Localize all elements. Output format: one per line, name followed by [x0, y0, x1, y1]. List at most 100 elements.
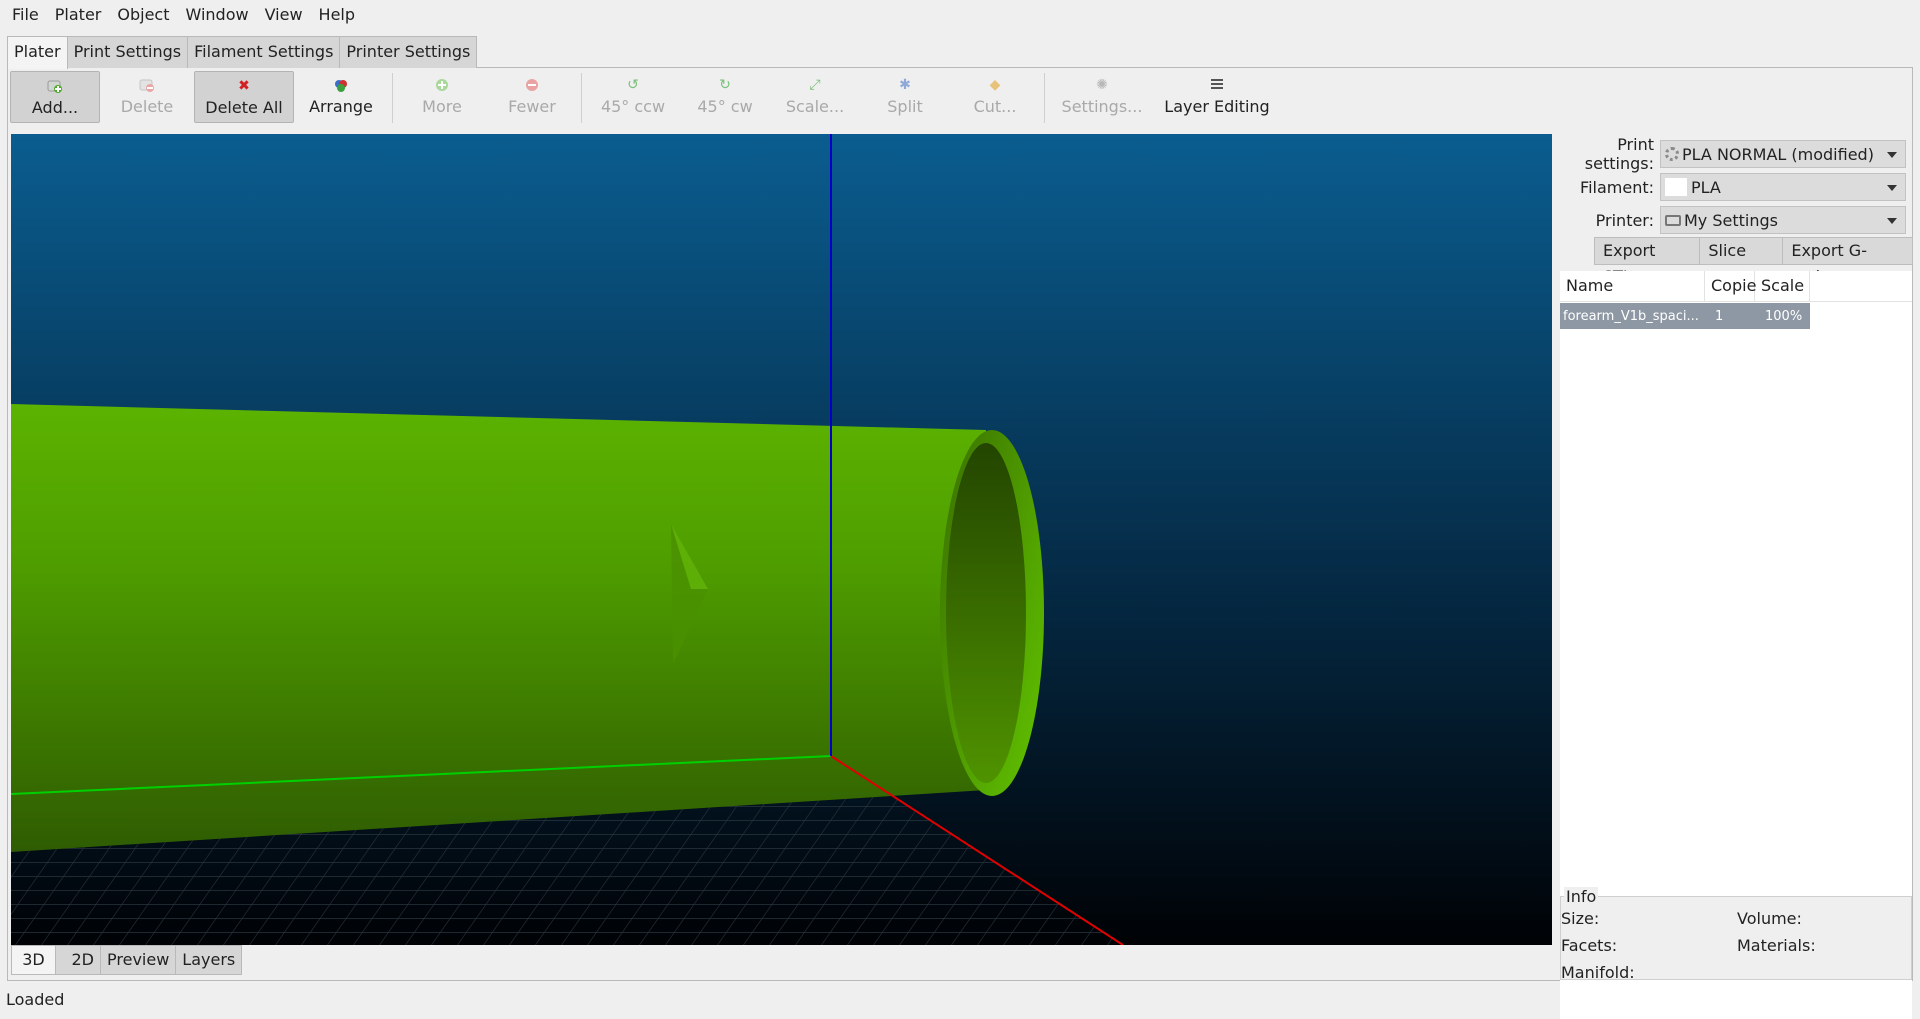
add-icon: [47, 78, 63, 94]
objects-list-header: Name Copie Scale: [1560, 271, 1912, 302]
right-panel: Print settings: PLA NORMAL (modified) Fi…: [1556, 134, 1913, 1019]
printer-label: Printer:: [1595, 210, 1654, 230]
settings-button[interactable]: ✺ Settings...: [1049, 71, 1155, 123]
filament-color-swatch: [1665, 178, 1687, 196]
menu-help[interactable]: Help: [311, 0, 363, 30]
arrange-label: Arrange: [309, 97, 373, 116]
filament-row: Filament: PLA: [1556, 172, 1912, 202]
3d-viewport[interactable]: [11, 134, 1552, 945]
delete-label: Delete: [120, 97, 174, 116]
close-icon: ✖: [238, 78, 250, 94]
toolbar: Add... Delete ✖ Delete All Arrange More …: [10, 71, 1910, 125]
column-copies[interactable]: Copie: [1705, 271, 1756, 301]
tab-plater[interactable]: Plater: [7, 36, 68, 69]
add-button[interactable]: Add...: [10, 71, 100, 123]
toolbar-divider: [392, 73, 393, 123]
menu-window[interactable]: Window: [177, 0, 256, 30]
info-size-label: Size:: [1561, 909, 1600, 928]
print-settings-select[interactable]: PLA NORMAL (modified): [1660, 140, 1906, 168]
filament-label: Filament:: [1580, 177, 1654, 197]
fewer-label: Fewer: [508, 97, 556, 116]
delete-all-label: Delete All: [205, 98, 283, 117]
print-settings-value: PLA NORMAL (modified): [1682, 144, 1874, 164]
menu-object[interactable]: Object: [109, 0, 177, 30]
rotate-ccw-icon: ↺: [627, 77, 639, 93]
rotate-cw-icon: ↻: [719, 77, 731, 93]
more-button[interactable]: More: [397, 71, 487, 123]
object-name-cell: forearm_V1b_spaci...: [1563, 308, 1699, 324]
info-box: Info Size: Volume: Facets: Materials: Ma…: [1560, 887, 1912, 982]
main-tabs: Plater Print Settings Filament Settings …: [7, 36, 478, 69]
object-copies-cell: 1: [1715, 308, 1724, 324]
info-manifold-label: Manifold:: [1561, 963, 1635, 982]
tab-print-settings[interactable]: Print Settings: [66, 36, 189, 68]
export-gcode-button[interactable]: Export G-code...: [1782, 237, 1913, 286]
gear-icon: ✺: [1096, 77, 1108, 93]
chevron-down-icon: [1887, 152, 1897, 158]
scale-button[interactable]: ⤢ Scale...: [770, 71, 860, 123]
model-body[interactable]: [11, 404, 986, 852]
chevron-down-icon: [1887, 218, 1897, 224]
minus-icon: [524, 77, 540, 93]
gear-icon: [1665, 147, 1679, 161]
layers-icon: [1209, 77, 1225, 93]
menu-bar: File Plater Object Window View Help: [0, 0, 1920, 30]
export-buttons: Export STL... Slice now Export G-code...: [1594, 237, 1913, 286]
status-bar-text: Loaded: [6, 990, 65, 1009]
arrange-button[interactable]: Arrange: [294, 71, 388, 123]
filament-value: PLA: [1691, 177, 1721, 197]
fewer-button[interactable]: Fewer: [487, 71, 577, 123]
delete-all-button[interactable]: ✖ Delete All: [194, 71, 294, 123]
delete-icon: [139, 77, 155, 93]
rotate-cw-label: 45° cw: [697, 97, 753, 116]
filament-select[interactable]: PLA: [1660, 173, 1906, 201]
layer-editing-label: Layer Editing: [1164, 97, 1270, 116]
column-name[interactable]: Name: [1560, 271, 1705, 301]
rotate-ccw-button[interactable]: ↺ 45° ccw: [586, 71, 680, 123]
slice-now-button[interactable]: Slice now: [1699, 237, 1784, 286]
tab-filament-settings[interactable]: Filament Settings: [187, 36, 341, 68]
info-title: Info: [1564, 887, 1599, 906]
column-scale[interactable]: Scale: [1755, 271, 1810, 301]
plus-icon: [434, 77, 450, 93]
info-materials-label: Materials:: [1737, 936, 1816, 955]
rotate-cw-button[interactable]: ↻ 45° cw: [680, 71, 770, 123]
layer-editing-button[interactable]: Layer Editing: [1155, 71, 1279, 123]
tab-2d[interactable]: 2D: [55, 945, 101, 975]
add-label: Add...: [31, 98, 79, 117]
menu-file[interactable]: File: [4, 0, 47, 30]
scale-icon: ⤢: [809, 77, 821, 93]
model-tube-opening: [946, 443, 1026, 783]
export-stl-button[interactable]: Export STL...: [1594, 237, 1701, 286]
split-icon: ✱: [899, 77, 911, 93]
3d-scene: [11, 134, 1552, 945]
menu-plater[interactable]: Plater: [47, 0, 110, 30]
cut-button[interactable]: ◆ Cut...: [950, 71, 1040, 123]
object-scale-cell: 100%: [1765, 308, 1803, 324]
chevron-down-icon: [1887, 185, 1897, 191]
delete-button[interactable]: Delete: [100, 71, 194, 123]
arrange-icon: [333, 77, 349, 93]
info-volume-label: Volume:: [1737, 909, 1802, 928]
toolbar-divider: [581, 73, 582, 123]
printer-icon: [1665, 214, 1681, 226]
printer-select[interactable]: My Settings: [1660, 206, 1906, 234]
scale-label: Scale...: [785, 97, 845, 116]
cut-label: Cut...: [973, 97, 1017, 116]
info-facets-label: Facets:: [1561, 936, 1618, 955]
split-button[interactable]: ✱ Split: [860, 71, 950, 123]
rotate-ccw-label: 45° ccw: [600, 97, 666, 116]
printer-row: Printer: My Settings: [1556, 205, 1912, 235]
menu-view[interactable]: View: [257, 0, 311, 30]
tab-printer-settings[interactable]: Printer Settings: [339, 36, 478, 68]
table-row[interactable]: forearm_V1b_spaci... 1 100%: [1560, 303, 1810, 329]
printer-value: My Settings: [1684, 210, 1778, 230]
split-label: Split: [887, 97, 923, 116]
settings-label: Settings...: [1061, 97, 1143, 116]
cut-icon: ◆: [989, 77, 1001, 93]
print-settings-row: Print settings: PLA NORMAL (modified): [1556, 135, 1912, 173]
tab-layers[interactable]: Layers: [175, 945, 243, 975]
tab-preview[interactable]: Preview: [100, 945, 177, 975]
tab-3d[interactable]: 3D: [11, 945, 56, 975]
toolbar-divider: [1044, 73, 1045, 123]
